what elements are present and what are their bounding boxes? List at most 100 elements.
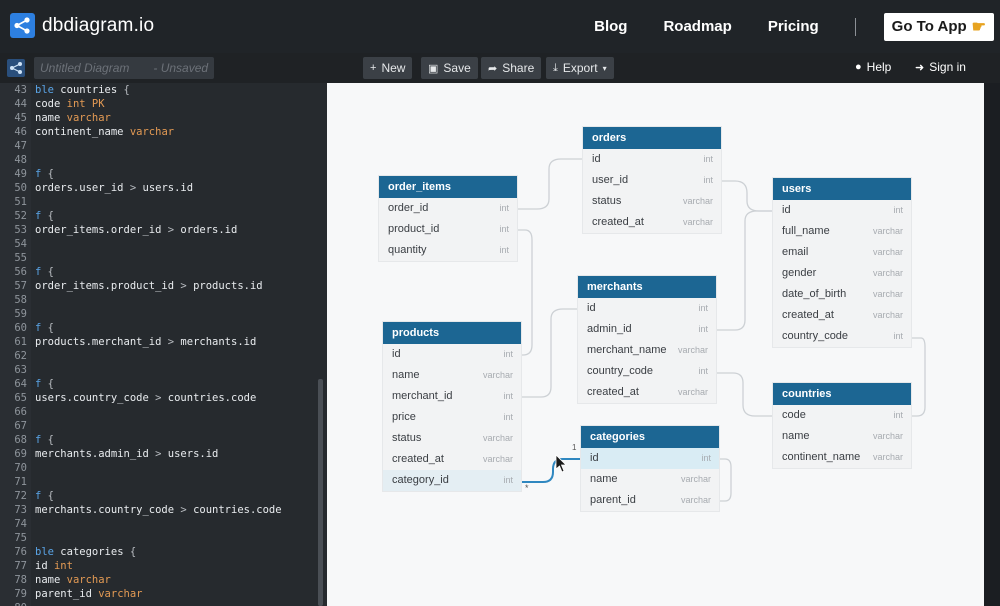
table-field-row[interactable]: created_at varchar bbox=[583, 212, 721, 233]
diagram-canvas[interactable]: 1 * orders id int user_id int status varchar cr… bbox=[327, 83, 984, 606]
code-line: 43 ble countries { bbox=[0, 83, 320, 97]
line-number: 62 bbox=[14, 350, 27, 362]
code-token: order_items.product_id bbox=[35, 280, 175, 292]
table-countries[interactable]: countries code int name varchar continent_nam… bbox=[773, 383, 911, 468]
table-field-row[interactable]: name varchar bbox=[581, 469, 719, 490]
table-field-row[interactable]: price int bbox=[383, 407, 521, 428]
table-categories[interactable]: categories id int name varchar parent_id varch… bbox=[581, 426, 719, 511]
code-token: merchants.country_code bbox=[35, 504, 175, 516]
field-type: int bbox=[503, 391, 513, 401]
table-field-row[interactable]: name varchar bbox=[773, 426, 911, 447]
table-field-row[interactable]: id int bbox=[773, 200, 911, 221]
code-editor[interactable]: 43 ble countries {44 code int PK 45 name var… bbox=[0, 83, 327, 606]
table-header[interactable]: merchants bbox=[578, 276, 716, 298]
save-button-label: Save bbox=[443, 61, 471, 75]
line-number: 56 bbox=[14, 266, 27, 278]
table-header[interactable]: users bbox=[773, 178, 911, 200]
table-order-items[interactable]: order_items order_id int product_id int quant… bbox=[379, 176, 517, 261]
table-field-row[interactable]: quantity int bbox=[379, 240, 517, 261]
code-text: id int bbox=[35, 559, 73, 573]
table-header[interactable]: orders bbox=[583, 127, 721, 149]
nav-link-pricing[interactable]: Pricing bbox=[768, 18, 819, 35]
table-field-row[interactable]: merchant_name varchar bbox=[578, 340, 716, 361]
table-field-row[interactable]: parent_id varchar bbox=[581, 490, 719, 511]
table-merchants[interactable]: merchants id int admin_id int merchant_name va… bbox=[578, 276, 716, 403]
nav-link-blog[interactable]: Blog bbox=[594, 18, 627, 35]
table-header[interactable]: order_items bbox=[379, 176, 517, 198]
table-field-row[interactable]: status varchar bbox=[583, 191, 721, 212]
line-number: 47 bbox=[14, 140, 27, 152]
line-number: 57 bbox=[14, 280, 27, 292]
table-orders[interactable]: orders id int user_id int status varchar create… bbox=[583, 127, 721, 233]
table-field-row[interactable]: user_id int bbox=[583, 170, 721, 191]
relation-line-merchants-users bbox=[715, 210, 773, 331]
table-field-row[interactable]: country_code int bbox=[773, 326, 911, 347]
table-field-row[interactable]: id int bbox=[583, 149, 721, 170]
code-line: 70 bbox=[0, 461, 320, 475]
table-header[interactable]: categories bbox=[581, 426, 719, 448]
save-button[interactable]: ▣ Save bbox=[421, 57, 478, 79]
table-field-row[interactable]: status varchar bbox=[383, 428, 521, 449]
table-field-row[interactable]: merchant_id int bbox=[383, 386, 521, 407]
table-field-row[interactable]: name varchar bbox=[383, 365, 521, 386]
help-link[interactable]: ● Help bbox=[855, 60, 891, 74]
code-token: products.id bbox=[193, 280, 263, 292]
code-token: varchar bbox=[66, 112, 111, 124]
code-token: varchar bbox=[66, 574, 111, 586]
table-field-row[interactable]: admin_id int bbox=[578, 319, 716, 340]
export-button[interactable]: ⤓ Export ▾ bbox=[546, 57, 614, 79]
table-field-row[interactable]: created_at varchar bbox=[383, 449, 521, 470]
table-field-row[interactable]: id int bbox=[578, 298, 716, 319]
nav-link-roadmap[interactable]: Roadmap bbox=[663, 18, 731, 35]
line-number: 71 bbox=[14, 476, 27, 488]
table-field-row[interactable]: product_id int bbox=[379, 219, 517, 240]
editor-scrollbar[interactable] bbox=[318, 379, 323, 606]
code-token: users.id bbox=[167, 448, 219, 460]
line-number: 52 bbox=[14, 210, 27, 222]
table-field-row[interactable]: category_id int bbox=[383, 470, 521, 491]
table-field-row[interactable]: created_at varchar bbox=[578, 382, 716, 403]
table-header[interactable]: countries bbox=[773, 383, 911, 405]
table-users[interactable]: users id int full_name varchar email varchar ge… bbox=[773, 178, 911, 347]
code-line: 63 bbox=[0, 363, 320, 377]
table-field-row[interactable]: continent_name varchar bbox=[773, 447, 911, 468]
table-field-row[interactable]: date_of_birth varchar bbox=[773, 284, 911, 305]
table-field-row[interactable]: country_code int bbox=[578, 361, 716, 382]
code-token: { bbox=[47, 210, 54, 222]
table-products[interactable]: products id int name varchar merchant_id int pr… bbox=[383, 322, 521, 491]
table-field-row[interactable]: email varchar bbox=[773, 242, 911, 263]
share-button[interactable]: ➦ Share bbox=[481, 57, 542, 79]
code-text: name varchar bbox=[35, 573, 111, 587]
field-name: gender bbox=[782, 267, 817, 279]
code-token: continent_name bbox=[35, 126, 124, 138]
caret-down-icon: ▾ bbox=[602, 63, 607, 73]
table-field-row[interactable]: code int bbox=[773, 405, 911, 426]
code-text: parent_id varchar bbox=[35, 587, 143, 601]
table-field-row[interactable]: full_name varchar bbox=[773, 221, 911, 242]
table-field-row[interactable]: order_id int bbox=[379, 198, 517, 219]
table-field-row[interactable]: gender varchar bbox=[773, 263, 911, 284]
line-number: 68 bbox=[14, 434, 27, 446]
table-field-row[interactable]: created_at varchar bbox=[773, 305, 911, 326]
line-number: 54 bbox=[14, 238, 27, 250]
code-text: f { bbox=[35, 433, 54, 447]
field-type: varchar bbox=[482, 433, 513, 443]
code-token: { bbox=[47, 378, 54, 390]
go-to-app-button[interactable]: Go To App ☛ bbox=[883, 12, 994, 41]
code-token: ble bbox=[35, 84, 54, 96]
right-scroll-area bbox=[984, 83, 1000, 606]
field-name: status bbox=[592, 195, 622, 207]
sign-in-link[interactable]: ➜ Sign in bbox=[915, 60, 966, 74]
table-field-row[interactable]: id int bbox=[581, 448, 719, 469]
code-line: 48 bbox=[0, 153, 320, 167]
line-number: 63 bbox=[14, 364, 27, 376]
table-field-row[interactable]: id int bbox=[383, 344, 521, 365]
field-name: created_at bbox=[587, 386, 639, 398]
field-type: varchar bbox=[482, 370, 513, 380]
sign-in-label: Sign in bbox=[929, 60, 966, 74]
diagram-name-field[interactable]: Untitled Diagram - Unsaved bbox=[34, 57, 214, 79]
brand[interactable]: dbdiagram.io bbox=[10, 13, 154, 38]
table-header[interactable]: products bbox=[383, 322, 521, 344]
share-graph-icon[interactable] bbox=[7, 59, 25, 77]
new-button[interactable]: + New bbox=[363, 57, 413, 79]
